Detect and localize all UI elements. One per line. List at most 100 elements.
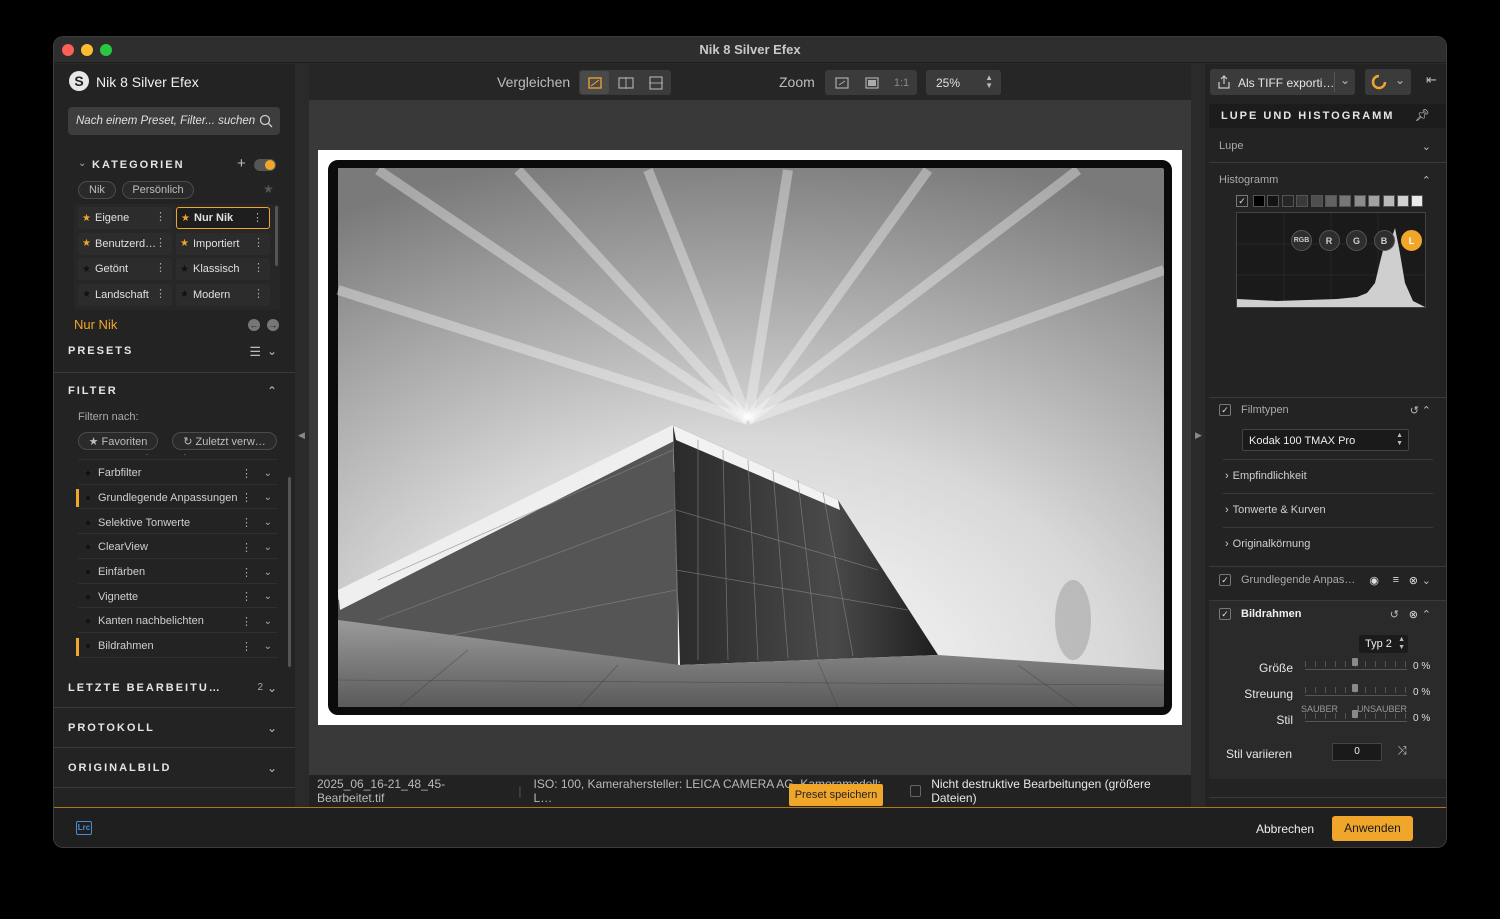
tone-swatch[interactable] [1296,195,1309,207]
close-circle-icon[interactable]: ⊗ [1409,574,1418,587]
channel-button[interactable]: B [1373,230,1395,251]
compare-stacked-button[interactable] [641,71,670,94]
favorite-star-icon[interactable]: ★ [263,182,274,196]
eye-icon[interactable]: ◉ [1369,574,1379,587]
star-icon[interactable]: ★ [82,264,95,275]
frame-checkbox[interactable]: ✓ [1219,608,1231,620]
original-section[interactable]: ORIGINALBILD ⌄ [54,751,295,785]
filter-item[interactable]: ★ Kanten nachbelichten ⋮ ⌄ [78,611,278,633]
more-icon[interactable]: ⋮ [241,566,252,579]
right-divider[interactable]: ▶ [1191,64,1205,807]
tone-swatch[interactable] [1411,195,1424,207]
star-icon[interactable]: ★ [180,238,193,249]
presets-section[interactable]: PRESETS ☰ ⌄ [54,334,295,368]
workflow-button[interactable]: ⌄ [1365,69,1411,95]
category-item[interactable]: ★ Getönt ⋮ [78,258,172,280]
reset-icon[interactable]: ↺ [1410,404,1419,417]
more-icon[interactable]: ⋮ [252,211,263,224]
tab-persoenlich[interactable]: Persönlich [122,181,194,199]
compare-split-button[interactable] [611,71,640,94]
star-icon[interactable]: ★ [82,289,95,300]
more-icon[interactable]: ⋮ [253,287,264,300]
filter-item[interactable]: ★ Einfärben ⋮ ⌄ [78,562,278,584]
last-edits-section[interactable]: LETZTE BEARBEITU… 2 ⌄ [54,671,295,705]
more-icon[interactable]: ⋮ [155,261,166,274]
categories-toggle[interactable] [254,159,276,171]
compare-single-button[interactable] [580,71,609,94]
close-circle-icon[interactable]: ⊗ [1409,608,1418,621]
category-item[interactable]: ★ Klassisch ⋮ [176,258,270,280]
more-icon[interactable]: ⋮ [241,454,252,455]
filter-item[interactable]: ★ Vignette ⋮ ⌄ [78,586,278,609]
fill-button[interactable] [857,71,886,94]
histogram-row[interactable]: Histogramm ⌃ [1219,174,1431,187]
fit-button[interactable] [827,71,856,94]
film-select[interactable]: Kodak 100 TMAX Pro ▲ ▼ [1242,429,1409,451]
collapse-panel-icon[interactable]: ⇤ [1426,72,1437,88]
more-icon[interactable]: ⋮ [241,516,252,529]
sensitivity-row[interactable]: › Empfindlichkeit [1225,470,1437,482]
category-item[interactable]: ★ Eigene ⋮ [78,207,172,229]
category-item[interactable]: ★ Nur Nik ⋮ [176,207,270,229]
zoom-select[interactable]: 25% ▲ ▼ [926,70,1001,95]
tone-swatch[interactable] [1368,195,1381,207]
channel-button[interactable]: RGB [1291,230,1312,251]
filmtypes-checkbox[interactable]: ✓ [1219,404,1231,416]
grain-row[interactable]: › Originalkörnung [1225,538,1437,550]
tone-swatch[interactable] [1267,195,1280,207]
add-category-icon[interactable]: + [237,155,246,172]
channel-button[interactable]: R [1318,230,1340,251]
star-icon[interactable]: ★ [78,614,98,628]
more-icon[interactable]: ⋮ [155,287,166,300]
filter-item[interactable]: ★ Grundlegende Anpassungen ⋮ ⌄ [76,487,278,510]
slider-track[interactable] [1305,684,1407,696]
star-icon[interactable]: ★ [180,289,193,300]
list-view-icon[interactable]: ☰ [249,344,261,360]
tone-swatch[interactable] [1281,195,1294,207]
next-arrow-icon[interactable]: → [267,319,279,331]
star-icon[interactable]: ★ [82,213,95,224]
star-icon[interactable]: ★ [78,639,98,653]
filter-item[interactable]: ★ Selektive Tonwerte ⋮ ⌄ [78,512,278,535]
prev-arrow-icon[interactable]: ← [248,319,260,331]
reset-icon[interactable]: ↺ [1390,608,1399,621]
menu-icon[interactable]: ≡ [1393,574,1399,586]
nondestructive-checkbox[interactable] [909,785,922,797]
apply-button[interactable]: Anwenden [1332,816,1413,841]
category-item[interactable]: ★ Landschaft ⋮ [78,283,172,306]
minimize-window-button[interactable] [81,44,93,56]
tab-nik[interactable]: Nik [78,181,116,199]
one-to-one-button[interactable]: 1:1 [887,71,916,94]
filter-item[interactable]: ★ ClearView ⋮ ⌄ [78,537,278,559]
close-window-button[interactable] [62,44,74,56]
cancel-button[interactable]: Abbrechen [1256,822,1314,836]
zoom-window-button[interactable] [100,44,112,56]
lightroom-icon[interactable]: Lrc [76,821,92,835]
category-item[interactable]: ★ Benutzerd… ⋮ [78,232,172,255]
tone-swatch[interactable] [1397,195,1409,207]
frame-type-select[interactable]: Typ 2 ▲ ▼ [1359,635,1408,653]
vary-style-input[interactable]: 0 [1332,743,1382,761]
tone-swatch[interactable] [1382,195,1395,207]
shuffle-icon[interactable]: ⤨ [1393,743,1411,761]
slider-thumb[interactable] [1352,684,1358,692]
filmtypes-row[interactable]: ✓ Filmtypen ↺ ⌃ [1219,404,1431,417]
loupe-header[interactable]: LUPE UND HISTOGRAMM 📌︎ [1209,104,1446,128]
more-icon[interactable]: ⋮ [241,590,252,603]
more-icon[interactable]: ⋮ [155,210,166,223]
slider-track[interactable] [1305,658,1407,670]
more-icon[interactable]: ⋮ [253,261,264,274]
star-icon[interactable]: ★ [78,466,98,480]
slider-track[interactable] [1305,710,1407,722]
preview-canvas[interactable] [309,100,1191,775]
basic-adjust-row[interactable]: ✓ Grundlegende Anpas… ◉ ≡ ⊗ ⌄ [1219,574,1431,587]
star-icon[interactable]: ★ [78,516,98,530]
tone-swatch[interactable] [1325,195,1337,207]
star-icon[interactable]: ★ [181,213,194,224]
histogram-check[interactable]: ✓ [1236,195,1248,207]
favorites-chip[interactable]: ★ Favoriten [78,432,158,450]
category-item[interactable]: ★ Importiert ⋮ [176,232,270,255]
filter-section[interactable]: FILTER ⌃ [54,374,295,408]
star-icon[interactable]: ★ [78,565,98,579]
basic-adjust-checkbox[interactable]: ✓ [1219,574,1231,586]
